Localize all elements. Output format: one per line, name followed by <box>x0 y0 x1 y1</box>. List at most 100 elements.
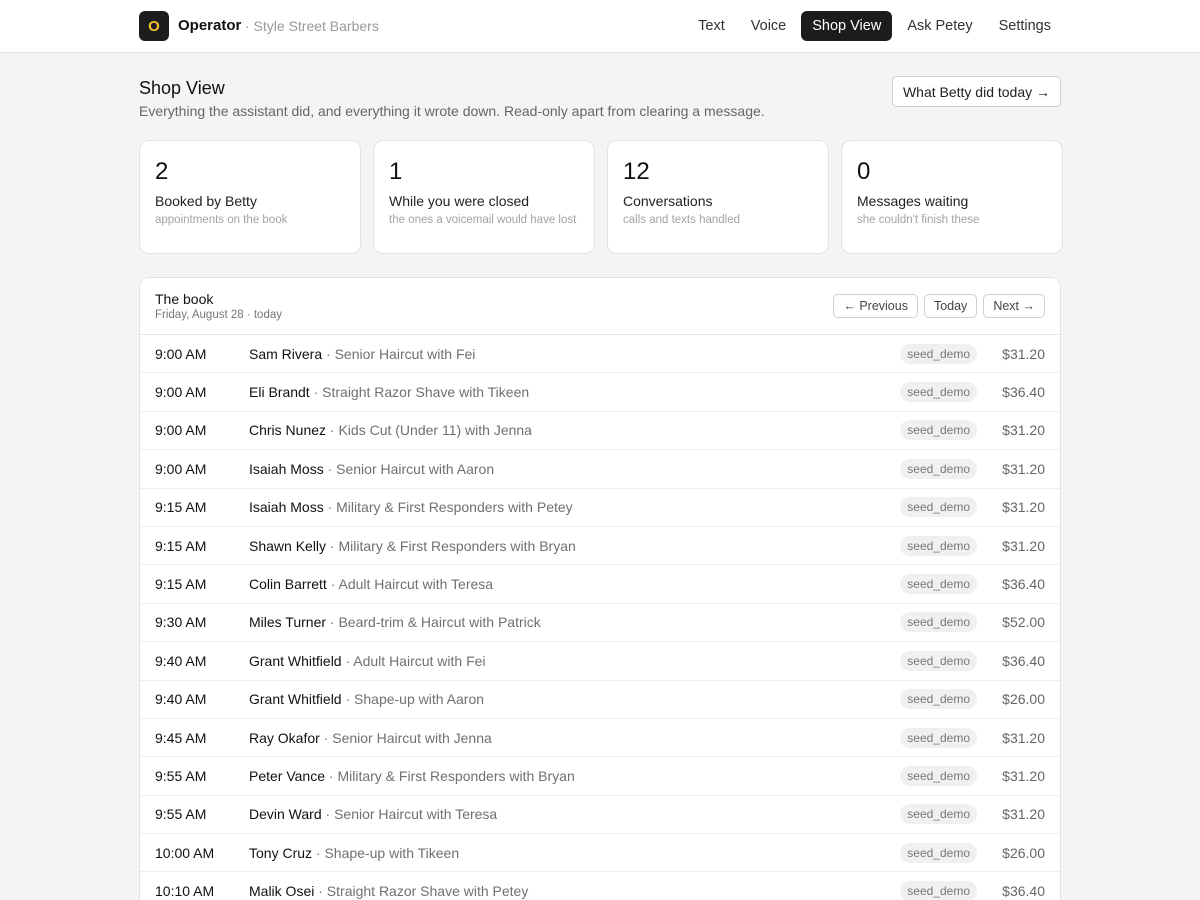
appointment-price: $36.40 <box>1002 384 1045 401</box>
appointment-time: 9:15 AM <box>155 537 207 554</box>
appointment-time: 9:55 AM <box>155 767 207 784</box>
stat-hint: calls and texts handled <box>623 214 740 226</box>
next-day-button[interactable]: Next → <box>983 294 1045 318</box>
stat-hint: appointments on the book <box>155 214 288 226</box>
table-row[interactable]: 9:00 AM Chris Nunez · Kids Cut (Under 11)… <box>140 412 1060 451</box>
service-description: · Military & First Responders with Bryan <box>325 767 575 784</box>
customer-name: Devin Ward <box>249 806 322 823</box>
stat-value: 0 <box>857 158 871 185</box>
appointment-price: $31.20 <box>1002 499 1045 516</box>
shop-name: · Style Street Barbers <box>245 18 379 34</box>
table-row[interactable]: 9:40 AM Grant Whitfield · Shape-up with A… <box>140 681 1060 719</box>
page-title: Shop View <box>139 78 225 98</box>
appointment-time: 9:40 AM <box>155 691 207 708</box>
table-row[interactable]: 9:00 AM Eli Brandt · Straight Razor Shave… <box>140 373 1060 412</box>
what-betty-did-button[interactable]: What Betty did today → <box>892 76 1061 107</box>
appointment-details: Isaiah Moss · Military & First Responder… <box>249 499 573 515</box>
appointment-details: Eli Brandt · Straight Razor Shave with T… <box>249 384 529 400</box>
table-row[interactable]: 10:10 AM Malik Osei · Straight Razor Shav… <box>140 872 1060 900</box>
stat-label: Messages waiting <box>857 193 969 209</box>
appointment-price: $31.20 <box>1002 345 1045 362</box>
customer-name: Tony Cruz <box>249 844 313 861</box>
appointment-details: Shawn Kelly · Military & First Responder… <box>249 538 576 554</box>
nav-shop-view[interactable]: Shop View <box>801 11 893 41</box>
previous-day-button[interactable]: ← Previous <box>833 294 918 318</box>
source-badge: seed_demo <box>900 689 977 710</box>
source-badge: seed_demo <box>900 535 977 556</box>
customer-name: Sam Rivera <box>249 345 323 362</box>
nav-text[interactable]: Text <box>687 11 736 41</box>
appointment-details: Devin Ward · Senior Haircut with Teresa <box>249 806 497 822</box>
customer-name: Malik Osei <box>249 883 315 900</box>
main-nav: Text Voice Shop View Ask Petey Settings <box>687 11 1062 41</box>
nav-voice[interactable]: Voice <box>740 11 797 41</box>
stat-label: Booked by Betty <box>155 193 257 209</box>
book-pager: ← Previous Today Next → <box>833 294 1045 318</box>
appointment-time: 9:00 AM <box>155 384 207 401</box>
service-description: · Senior Haircut with Teresa <box>321 806 498 823</box>
nav-settings[interactable]: Settings <box>988 11 1062 41</box>
source-badge: seed_demo <box>900 881 977 900</box>
service-description: · Kids Cut (Under 11) with Jenna <box>326 422 532 439</box>
source-badge: seed_demo <box>900 765 977 786</box>
stat-hint: she couldn't finish these <box>857 214 980 226</box>
service-description: · Senior Haircut with Aaron <box>323 460 495 477</box>
appointment-time: 9:15 AM <box>155 499 207 516</box>
today-button[interactable]: Today <box>923 294 978 318</box>
table-row[interactable]: 9:30 AM Miles Turner · Beard-trim & Hairc… <box>140 604 1060 643</box>
appointment-price: $26.00 <box>1002 844 1045 861</box>
appointment-price: $52.00 <box>1002 614 1045 631</box>
appointment-price: $36.40 <box>1002 576 1045 593</box>
table-row[interactable]: 9:15 AM Colin Barrett · Adult Haircut wit… <box>140 565 1060 604</box>
service-description: · Senior Haircut with Fei <box>322 345 476 362</box>
stat-card-while-closed: 1 While you were closed the ones a voice… <box>373 140 595 254</box>
source-badge: seed_demo <box>900 804 977 825</box>
appointment-price: $31.20 <box>1002 422 1045 439</box>
source-badge: seed_demo <box>900 727 977 748</box>
nav-ask-petey[interactable]: Ask Petey <box>896 11 983 41</box>
table-row[interactable]: 10:00 AM Tony Cruz · Shape-up with Tikeen… <box>140 834 1060 873</box>
service-description: · Military & First Responders with Bryan <box>326 537 576 554</box>
appointment-time: 9:45 AM <box>155 729 207 746</box>
customer-name: Peter Vance <box>249 767 326 784</box>
appointment-price: $36.40 <box>1002 883 1045 900</box>
book-header: The book Friday, August 28 · today ← Pre… <box>140 278 1060 335</box>
top-bar: O Operator · Style Street Barbers Text V… <box>0 0 1200 53</box>
service-description: · Beard-trim & Haircut with Patrick <box>326 614 541 631</box>
service-description: · Adult Haircut with Teresa <box>326 576 494 593</box>
table-row[interactable]: 9:55 AM Devin Ward · Senior Haircut with … <box>140 796 1060 835</box>
table-row[interactable]: 9:00 AM Isaiah Moss · Senior Haircut with… <box>140 450 1060 489</box>
customer-name: Chris Nunez <box>249 422 327 439</box>
appointment-details: Grant Whitfield · Adult Haircut with Fei <box>249 653 486 669</box>
customer-name: Shawn Kelly <box>249 537 327 554</box>
appointment-details: Tony Cruz · Shape-up with Tikeen <box>249 845 459 861</box>
appointment-details: Colin Barrett · Adult Haircut with Teres… <box>249 576 493 592</box>
table-row[interactable]: 9:55 AM Peter Vance · Military & First Re… <box>140 757 1060 796</box>
app-name: Operator <box>178 17 242 34</box>
appointment-time: 10:00 AM <box>155 844 215 861</box>
table-row[interactable]: 9:15 AM Shawn Kelly · Military & First Re… <box>140 527 1060 566</box>
service-description: · Shape-up with Tikeen <box>312 844 460 861</box>
table-row[interactable]: 9:40 AM Grant Whitfield · Adult Haircut w… <box>140 642 1060 681</box>
book-title: The book <box>155 291 214 307</box>
appointment-price: $31.20 <box>1002 460 1045 477</box>
table-row[interactable]: 9:15 AM Isaiah Moss · Military & First Re… <box>140 489 1060 527</box>
appointment-details: Grant Whitfield · Shape-up with Aaron <box>249 691 484 707</box>
stat-card-messages-waiting: 0 Messages waiting she couldn't finish t… <box>841 140 1063 254</box>
customer-name: Isaiah Moss <box>249 460 324 477</box>
source-badge: seed_demo <box>900 650 977 671</box>
appointment-time: 10:10 AM <box>155 883 215 900</box>
book-date: Friday, August 28 · today <box>155 309 282 321</box>
appointment-details: Malik Osei · Straight Razor Shave with P… <box>249 883 528 899</box>
service-description: · Military & First Responders with Petey <box>323 499 573 516</box>
source-badge: seed_demo <box>900 343 977 364</box>
appointment-price: $31.20 <box>1002 537 1045 554</box>
source-badge: seed_demo <box>900 458 977 479</box>
app-logo[interactable]: O <box>139 11 169 41</box>
customer-name: Miles Turner <box>249 614 327 631</box>
customer-name: Grant Whitfield <box>249 652 342 669</box>
stat-label: Conversations <box>623 193 713 209</box>
table-row[interactable]: 9:00 AM Sam Rivera · Senior Haircut with … <box>140 335 1060 374</box>
appointment-price: $31.20 <box>1002 767 1045 784</box>
table-row[interactable]: 9:45 AM Ray Okafor · Senior Haircut with … <box>140 719 1060 758</box>
